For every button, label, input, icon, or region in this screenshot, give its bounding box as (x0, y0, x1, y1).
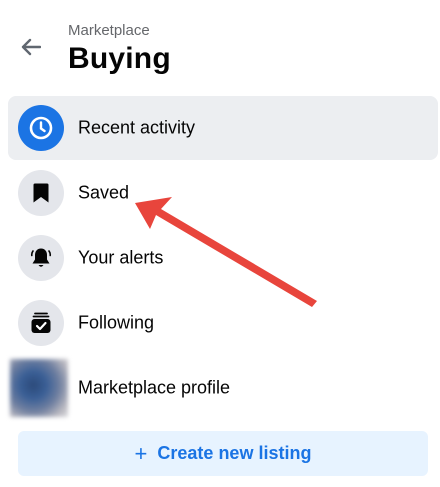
alerts-icon-circle (18, 234, 64, 281)
plus-icon: + (134, 440, 148, 466)
menu-item-recent-activity[interactable]: Recent activity (8, 96, 438, 160)
arrow-left-icon (21, 38, 41, 56)
back-button[interactable] (14, 32, 48, 62)
menu-item-your-alerts[interactable]: Your alerts (8, 225, 438, 290)
menu-item-label: Saved (78, 182, 130, 202)
breadcrumb: Marketplace (68, 22, 150, 39)
create-new-listing-label: Create new listing (157, 443, 312, 463)
menu-item-following[interactable]: Following (8, 290, 438, 355)
inbox-check-icon (31, 312, 51, 333)
page-title: Buying (68, 42, 171, 75)
clock-icon (29, 116, 53, 140)
saved-icon-circle (18, 169, 64, 216)
menu-item-saved[interactable]: Saved (8, 160, 438, 225)
create-new-listing-button[interactable]: + Create new listing (18, 431, 428, 476)
bookmark-icon (33, 183, 49, 202)
profile-avatar (10, 358, 68, 417)
marketplace-buying-panel: Marketplace Buying Recent activity Saved (0, 0, 440, 487)
recent-activity-icon-circle (18, 105, 64, 151)
menu-item-label: Your alerts (78, 247, 164, 267)
menu-item-label: Recent activity (78, 117, 196, 138)
menu-item-label: Following (78, 312, 155, 332)
menu-item-label: Marketplace profile (78, 377, 231, 397)
menu-item-marketplace-profile[interactable]: Marketplace profile (8, 355, 438, 420)
buying-menu: Recent activity Saved Your alerts Follow… (8, 96, 438, 420)
bell-icon (30, 248, 52, 267)
following-icon-circle (18, 299, 64, 346)
